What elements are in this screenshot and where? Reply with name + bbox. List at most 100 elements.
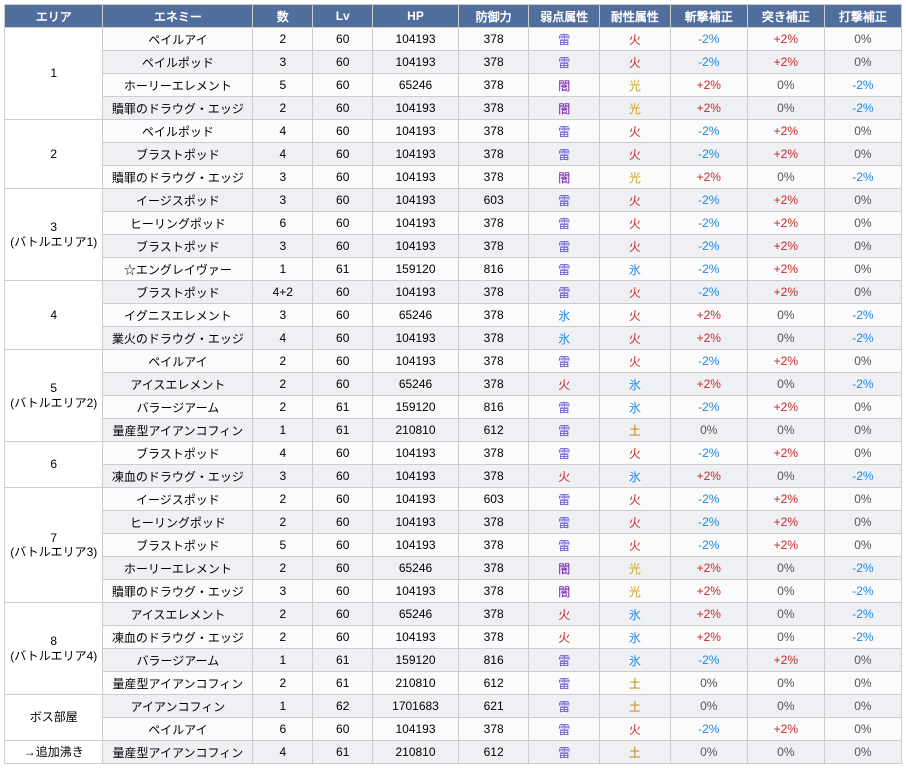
enemy-cell: 量産型アイアンコフィン (103, 672, 253, 695)
def-cell: 378 (458, 626, 529, 649)
table-row: ブラストポッド560104193378雷火-2%+2%0% (5, 534, 902, 557)
weak-cell: 火 (529, 626, 600, 649)
blunt-cell: 0% (824, 51, 901, 74)
lv-cell: 60 (313, 626, 373, 649)
area-cell: 5(バトルエリア2) (5, 350, 103, 442)
table-row: ヒーリングポッド260104193378雷火-2%+2%0% (5, 511, 902, 534)
def-cell: 378 (458, 511, 529, 534)
table-row: イグニスエレメント36065246378氷火+2%0%-2% (5, 304, 902, 327)
lv-cell: 60 (313, 143, 373, 166)
count-cell: 2 (253, 396, 313, 419)
def-cell: 378 (458, 603, 529, 626)
weak-cell: 雷 (529, 419, 600, 442)
blunt-cell: 0% (824, 212, 901, 235)
lv-cell: 61 (313, 396, 373, 419)
slash-cell: +2% (670, 373, 747, 396)
slash-cell: -2% (670, 189, 747, 212)
enemy-table: エリア エネミー 数 Lv HP 防御力 弱点属性 耐性属性 斬撃補正 突き補正… (4, 4, 902, 764)
pierce-cell: 0% (747, 580, 824, 603)
hp-cell: 65246 (373, 557, 459, 580)
lv-cell: 60 (313, 580, 373, 603)
resist-cell: 火 (600, 327, 671, 350)
blunt-cell: 0% (824, 511, 901, 534)
hp-cell: 65246 (373, 373, 459, 396)
resist-cell: 火 (600, 189, 671, 212)
hp-cell: 104193 (373, 120, 459, 143)
table-row: 4ブラストポッド4+260104193378雷火-2%+2%0% (5, 281, 902, 304)
def-cell: 816 (458, 396, 529, 419)
table-row: ブラストポッド460104193378雷火-2%+2%0% (5, 143, 902, 166)
weak-cell: 火 (529, 603, 600, 626)
blunt-cell: 0% (824, 350, 901, 373)
slash-cell: 0% (670, 672, 747, 695)
hp-cell: 104193 (373, 189, 459, 212)
slash-cell: -2% (670, 51, 747, 74)
hp-cell: 65246 (373, 304, 459, 327)
pierce-cell: +2% (747, 534, 824, 557)
pierce-cell: +2% (747, 396, 824, 419)
lv-cell: 61 (313, 672, 373, 695)
hp-cell: 104193 (373, 718, 459, 741)
count-cell: 4 (253, 143, 313, 166)
count-cell: 1 (253, 695, 313, 718)
table-row: 1ペイルアイ260104193378雷火-2%+2%0% (5, 28, 902, 51)
resist-cell: 土 (600, 741, 671, 764)
lv-cell: 60 (313, 166, 373, 189)
blunt-cell: 0% (824, 258, 901, 281)
slash-cell: -2% (670, 235, 747, 258)
slash-cell: -2% (670, 281, 747, 304)
slash-cell: -2% (670, 488, 747, 511)
table-row: ヒーリングポッド660104193378雷火-2%+2%0% (5, 212, 902, 235)
pierce-cell: 0% (747, 166, 824, 189)
slash-cell: -2% (670, 511, 747, 534)
pierce-cell: 0% (747, 97, 824, 120)
count-cell: 3 (253, 235, 313, 258)
hp-cell: 210810 (373, 419, 459, 442)
blunt-cell: 0% (824, 488, 901, 511)
blunt-cell: -2% (824, 580, 901, 603)
lv-cell: 60 (313, 327, 373, 350)
lv-cell: 60 (313, 373, 373, 396)
resist-cell: 火 (600, 350, 671, 373)
count-cell: 2 (253, 557, 313, 580)
table-row: 贖罪のドラウグ・エッジ360104193378闇光+2%0%-2% (5, 580, 902, 603)
table-row: 凍血のドラウグ・エッジ360104193378火氷+2%0%-2% (5, 465, 902, 488)
lv-cell: 60 (313, 350, 373, 373)
pierce-cell: 0% (747, 327, 824, 350)
hp-cell: 104193 (373, 350, 459, 373)
def-cell: 612 (458, 419, 529, 442)
col-area: エリア (5, 5, 103, 28)
def-cell: 378 (458, 120, 529, 143)
col-count: 数 (253, 5, 313, 28)
count-cell: 1 (253, 258, 313, 281)
pierce-cell: 0% (747, 695, 824, 718)
resist-cell: 氷 (600, 465, 671, 488)
resist-cell: 光 (600, 97, 671, 120)
resist-cell: 氷 (600, 626, 671, 649)
resist-cell: 火 (600, 143, 671, 166)
count-cell: 3 (253, 166, 313, 189)
pierce-cell: 0% (747, 373, 824, 396)
count-cell: 4 (253, 327, 313, 350)
slash-cell: +2% (670, 603, 747, 626)
pierce-cell: 0% (747, 74, 824, 97)
col-weak: 弱点属性 (529, 5, 600, 28)
pierce-cell: +2% (747, 235, 824, 258)
count-cell: 2 (253, 511, 313, 534)
pierce-cell: +2% (747, 511, 824, 534)
def-cell: 378 (458, 557, 529, 580)
table-row: 凍血のドラウグ・エッジ260104193378火氷+2%0%-2% (5, 626, 902, 649)
count-cell: 4+2 (253, 281, 313, 304)
enemy-cell: 贖罪のドラウグ・エッジ (103, 166, 253, 189)
resist-cell: 土 (600, 419, 671, 442)
table-row: バラージアーム261159120816雷氷-2%+2%0% (5, 396, 902, 419)
resist-cell: 火 (600, 28, 671, 51)
slash-cell: +2% (670, 304, 747, 327)
table-row: ブラストポッド360104193378雷火-2%+2%0% (5, 235, 902, 258)
weak-cell: 雷 (529, 212, 600, 235)
resist-cell: 火 (600, 511, 671, 534)
enemy-cell: ペイルアイ (103, 28, 253, 51)
area-cell: 8(バトルエリア4) (5, 603, 103, 695)
area-cell: 2 (5, 120, 103, 189)
lv-cell: 60 (313, 235, 373, 258)
